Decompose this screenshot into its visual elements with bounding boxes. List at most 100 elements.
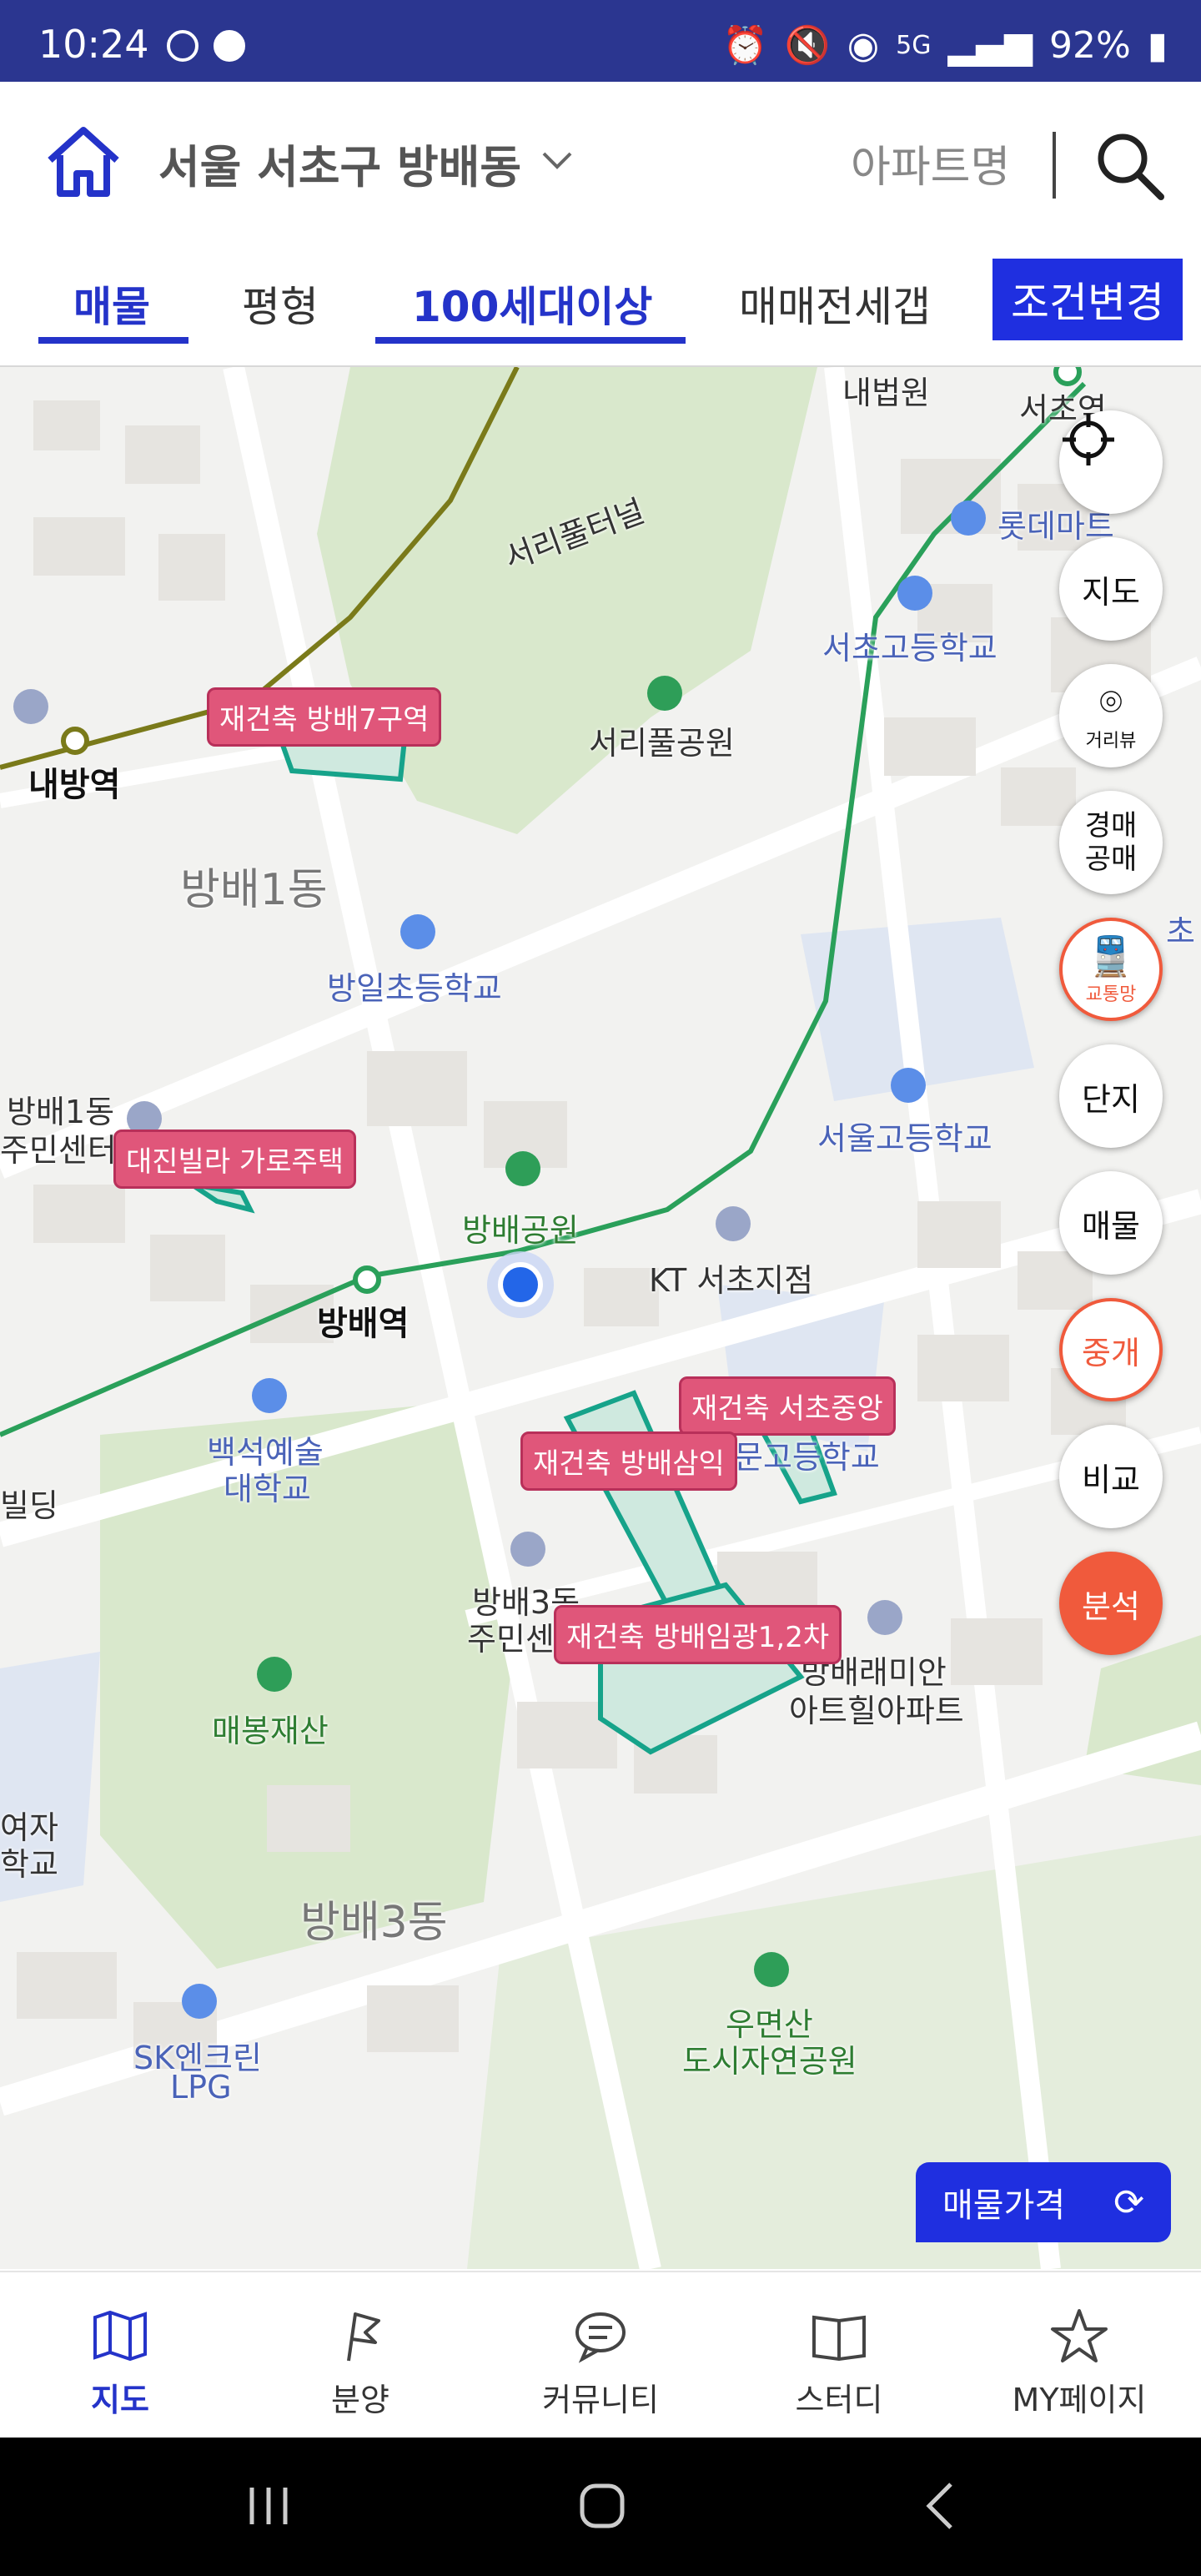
community-center-pin-icon[interactable] [510,1532,545,1567]
recent-apps-icon[interactable] [242,2479,295,2533]
status-time: 10:24 [38,22,149,67]
park-pin-icon[interactable] [505,1151,540,1186]
apartment-pin-icon[interactable] [867,1600,902,1635]
nav-presale-label: 분양 [331,2382,389,2418]
map-label-school: 문고등학교 [734,1439,880,1476]
redevelopment-tag[interactable]: 재건축 서초중앙 [679,1376,896,1436]
map-label-mountain: 매봉재산 [212,1713,329,1749]
map-label-school: 학교 [0,1846,58,1883]
nav-map[interactable]: 지도 [37,2306,204,2420]
nav-presale[interactable]: 분양 [277,2306,444,2420]
map-canvas [0,367,1201,2269]
map-label-school: 방일초등학교 [327,970,502,1007]
tab-listings-underline [38,337,188,344]
apartment-search-input[interactable]: 아파트명 [851,132,1010,194]
refresh-icon: ⟳ [1113,2181,1144,2224]
compare-button[interactable]: 비교 [1059,1425,1163,1528]
home-nav-icon[interactable] [575,2479,629,2533]
transit-label: 교통망 [1085,984,1137,1005]
map-label-school: 초 [1166,913,1195,950]
tab-100-underline [375,337,686,344]
battery-icon: ▮ [1147,23,1168,67]
flag-icon [347,2312,380,2362]
gas-station-pin-icon[interactable] [182,1984,217,2019]
location-selector[interactable]: 서울 서초구 방배동 [158,130,521,196]
map-label-park: 도시자연공원 [682,2043,857,2080]
condition-change-button[interactable]: 조건변경 [992,259,1183,340]
map-label-school: 서초고등학교 [822,630,997,667]
mute-icon: 🔇 [784,24,831,67]
map-label-park: 방배공원 [462,1212,579,1249]
broker-button[interactable]: 중개 [1059,1298,1163,1401]
alarm-icon: ⏰ [722,24,768,67]
transit-button[interactable]: 🚆 교통망 [1059,918,1163,1021]
location-icon: ◉ [847,23,880,67]
map-icon [93,2310,147,2362]
listings-button[interactable]: 매물 [1059,1171,1163,1275]
school-pin-icon[interactable] [891,1068,926,1103]
my-location-button[interactable] [1059,410,1163,514]
complex-button[interactable]: 단지 [1059,1044,1163,1148]
redevelopment-tag[interactable]: 재건축 방배임광1,2차 [554,1605,842,1664]
map-label-kt: KT 서초지점 [649,1262,814,1299]
map-type-button[interactable]: 지도 [1059,537,1163,641]
map-label-apartment: 아트힐아파트 [789,1693,964,1729]
poi-pin[interactable] [13,689,48,724]
nav-study[interactable]: 스터디 [756,2306,922,2420]
university-pin-icon[interactable] [252,1378,287,1413]
school-pin-icon[interactable] [897,576,932,611]
mountain-pin-icon[interactable] [257,1657,292,1692]
map-label-center: 주민센터 [0,1132,117,1169]
park-pin-icon[interactable] [647,676,682,711]
network-label: 5G [896,30,932,60]
nav-mypage[interactable]: MY페이지 [996,2306,1163,2420]
nav-community[interactable]: 커뮤니티 [517,2306,684,2420]
map-view[interactable]: 내방역 서리풀터널 서리풀공원 롯데마트 서초고등학교 방배1동 방일초등학교 … [0,367,1201,2269]
sync-icon [167,30,198,62]
map-label-building: 빌딩 [0,1487,58,1524]
status-bar: 10:24 ⏰ 🔇 ◉ 5G ▂▄▆ 92% ▮ [0,0,1201,82]
redevelopment-tag[interactable]: 재건축 방배삼익 [520,1431,737,1491]
map-label-school: 서울고등학교 [817,1120,992,1157]
chevron-down-icon[interactable] [540,143,574,177]
nav-community-label: 커뮤니티 [542,2382,659,2418]
train-icon: 🚆 [1087,933,1135,979]
talk-icon [214,30,245,62]
map-label-park: 서리풀공원 [589,725,735,762]
listing-price-label: 매물가격 [942,2186,1066,2225]
signal-icon: ▂▄▆ [947,23,1033,67]
search-icon[interactable] [1093,128,1166,202]
school-pin-icon[interactable] [400,914,435,949]
back-icon[interactable] [914,2479,967,2533]
tab-listings[interactable]: 매물 [73,274,150,334]
auction-button[interactable]: 경매 공매 [1059,791,1163,894]
street-view-label: 거리뷰 [1085,731,1137,752]
battery-text: 92% [1048,23,1131,67]
status-right: ⏰ 🔇 ◉ 5G ▂▄▆ 92% ▮ [722,23,1168,68]
redevelopment-tag[interactable]: 재건축 방배7구역 [207,687,442,747]
street-view-button[interactable]: ⌾ 거리뷰 [1059,664,1163,767]
bottom-nav: 지도 분양 커뮤니티 스터디 MY페이지 [0,2271,1201,2439]
map-label-court: 내법원 [842,375,930,411]
system-nav-bar [0,2438,1201,2576]
tab-100-households[interactable]: 100세대이상 [412,274,652,334]
nav-mypage-label: MY페이지 [1012,2382,1147,2418]
book-icon [812,2315,866,2362]
redevelopment-tag[interactable]: 대진빌라 가로주택 [113,1130,357,1189]
mart-pin-icon[interactable] [951,501,986,536]
home-icon[interactable] [43,122,123,202]
map-label-station: 내방역 [28,766,121,804]
nav-map-label: 지도 [91,2382,149,2418]
status-left-icons [167,30,245,62]
nav-study-label: 스터디 [795,2382,883,2418]
tab-gap[interactable]: 매매전세갭 [739,274,931,334]
analysis-button[interactable]: 분석 [1059,1552,1163,1655]
map-label-district: 방배1동 [180,865,328,915]
listing-price-button[interactable]: 매물가격 ⟳ [916,2162,1171,2242]
map-label-station: 방배역 [317,1305,410,1343]
map-label-gas: LPG [170,2069,232,2106]
tab-size[interactable]: 평형 [242,274,319,334]
park-pin-icon[interactable] [754,1952,789,1987]
star-icon [1051,2309,1108,2362]
poi-pin[interactable] [716,1206,751,1241]
